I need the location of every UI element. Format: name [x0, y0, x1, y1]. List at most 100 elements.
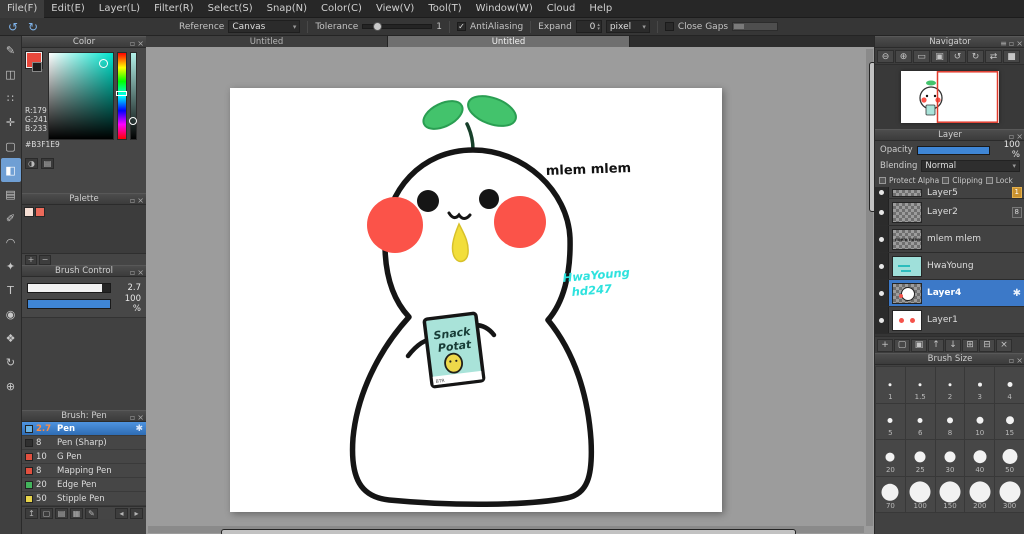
saturation-value-picker[interactable] — [48, 52, 114, 140]
menu-item-color[interactable]: Color(C) — [314, 0, 369, 18]
menu-item-cloud[interactable]: Cloud — [540, 0, 583, 18]
add-brush-button[interactable]: ↥ — [25, 507, 38, 519]
menu-item-help[interactable]: Help — [582, 0, 619, 18]
navigator-thumbnail[interactable] — [901, 71, 999, 123]
brush-size-option[interactable]: 25 — [905, 440, 935, 476]
redo-button[interactable]: ↻ — [25, 19, 41, 35]
brush-size-option[interactable]: 50 — [995, 440, 1024, 476]
zoom-in-button[interactable]: ⊕ — [895, 50, 912, 63]
palette-swatch[interactable] — [24, 207, 34, 217]
sv-marker[interactable] — [99, 59, 108, 68]
brush-size-option[interactable]: 10 — [965, 403, 995, 439]
tool-brush[interactable]: ✎ — [1, 38, 21, 62]
color-wheel-toggle[interactable]: ◑ — [25, 158, 38, 169]
menu-item-select[interactable]: Select(S) — [201, 0, 260, 18]
canvas-vertical-scrollbar[interactable] — [866, 49, 874, 526]
panel-float-button[interactable]: ▫ — [1009, 356, 1014, 365]
move-layer-down-button[interactable]: ↓ — [945, 338, 961, 352]
navigator-preview[interactable] — [875, 65, 1024, 129]
move-layer-up-button[interactable]: ↑ — [928, 338, 944, 352]
background-color-swatch[interactable] — [32, 62, 42, 72]
panel-close-button[interactable]: × — [137, 196, 144, 205]
blending-select[interactable]: Normal ▾ — [921, 160, 1020, 172]
menu-item-snap[interactable]: Snap(N) — [260, 0, 314, 18]
rotate-ccw-button[interactable]: ↺ — [949, 50, 966, 63]
hue-marker[interactable] — [116, 91, 127, 96]
tool-gradient[interactable]: ▤ — [1, 182, 21, 206]
clipping-checkbox[interactable] — [942, 177, 950, 184]
lock-checkbox[interactable] — [985, 177, 993, 184]
panel-close-button[interactable]: × — [137, 39, 144, 48]
brush-size-option[interactable]: 200 — [965, 476, 995, 512]
brush-item-stipple-pen[interactable]: 50 Stipple Pen — [22, 492, 146, 506]
rotate-cw-button[interactable]: ↻ — [967, 50, 984, 63]
brush-item-pen-sharp[interactable]: 8 Pen (Sharp) — [22, 436, 146, 450]
menu-item-file[interactable]: File(F) — [0, 0, 45, 18]
flip-button[interactable]: ⇄ — [985, 50, 1002, 63]
brush-size-option[interactable]: 8 — [935, 403, 965, 439]
protect-alpha-checkbox[interactable] — [879, 177, 886, 184]
brush-size-option[interactable]: 3 — [965, 367, 995, 403]
brush-size-option[interactable]: 70 — [876, 476, 905, 512]
layer-visibility-toggle[interactable] — [875, 280, 889, 306]
brush-size-option[interactable]: 1.5 — [905, 367, 935, 403]
tool-zoom[interactable]: ⊕ — [1, 374, 21, 398]
menu-item-edit[interactable]: Edit(E) — [44, 0, 92, 18]
slider-mode-toggle[interactable]: ▤ — [41, 158, 54, 169]
tool-eraser[interactable]: ◫ — [1, 62, 21, 86]
tool-dot[interactable]: ∷ — [1, 86, 21, 110]
add-folder-button[interactable]: ⊞ — [962, 338, 978, 352]
spinner-arrows-icon[interactable]: ▴ ▾ — [597, 22, 601, 31]
value-slider[interactable] — [129, 52, 137, 140]
new-brush-button[interactable]: ▢ — [40, 507, 53, 519]
brush-item-edge-pen[interactable]: 20 Edge Pen — [22, 478, 146, 492]
palette-swatch[interactable] — [35, 207, 45, 217]
close-gaps-slider-thumb[interactable] — [734, 24, 745, 29]
brush-size-option[interactable]: 5 — [876, 403, 905, 439]
panel-menu-button[interactable]: ≡ — [1000, 39, 1007, 48]
document-tab-1[interactable]: Untitled — [146, 36, 388, 47]
panel-float-button[interactable]: ▫ — [130, 196, 135, 205]
brush-item-pen[interactable]: 2.7 Pen ✱ — [22, 422, 146, 436]
brush-size-option[interactable]: 6 — [905, 403, 935, 439]
tool-move[interactable]: ✛ — [1, 110, 21, 134]
prev-brush-button[interactable]: ◂ — [115, 507, 128, 519]
close-gaps-checkbox[interactable] — [664, 22, 674, 31]
layer-opacity-slider[interactable] — [916, 145, 990, 155]
expand-input[interactable]: 0 ▴ ▾ — [575, 20, 602, 33]
panel-close-button[interactable]: × — [137, 413, 144, 422]
viewport-rectangle[interactable] — [936, 71, 999, 123]
layer-visibility-toggle[interactable] — [875, 307, 889, 333]
brush-size-option[interactable]: 150 — [935, 476, 965, 512]
layer-row-layer1[interactable]: Layer1 — [875, 307, 1024, 334]
tolerance-slider[interactable] — [362, 22, 433, 31]
reset-view-button[interactable]: ■ — [1003, 50, 1020, 63]
save-brush-button[interactable]: ▦ — [70, 507, 83, 519]
layer-row-layer4[interactable]: Layer4 ✱ — [875, 280, 1024, 307]
edit-brush-button[interactable]: ✎ — [85, 507, 98, 519]
panel-close-button[interactable]: × — [1016, 39, 1023, 48]
brush-size-option[interactable]: 20 — [876, 440, 905, 476]
document-tab-2[interactable]: Untitled — [388, 36, 630, 47]
brush-settings-icon[interactable]: ✱ — [135, 424, 143, 434]
brush-item-mapping-pen[interactable]: 8 Mapping Pen — [22, 464, 146, 478]
tool-select[interactable]: ▢ — [1, 134, 21, 158]
layer-visibility-toggle[interactable] — [875, 253, 889, 279]
brush-size-option[interactable]: 15 — [995, 403, 1024, 439]
menu-item-filter[interactable]: Filter(R) — [147, 0, 201, 18]
add-color-button[interactable]: + — [25, 254, 37, 265]
menu-item-window[interactable]: Window(W) — [469, 0, 540, 18]
panel-float-button[interactable]: ▫ — [130, 413, 135, 422]
tool-hand[interactable]: ❖ — [1, 326, 21, 350]
actual-size-button[interactable]: ▣ — [931, 50, 948, 63]
tool-select-pen[interactable]: ✐ — [1, 206, 21, 230]
brush-size-option[interactable]: 300 — [995, 476, 1024, 512]
brush-size-option[interactable]: 4 — [995, 367, 1024, 403]
layer-settings-gear-icon[interactable]: ✱ — [1013, 288, 1021, 299]
duplicate-layer-button[interactable]: ▢ — [894, 338, 910, 352]
tool-magic-wand[interactable]: ✦ — [1, 254, 21, 278]
clear-layer-button[interactable]: ⊟ — [979, 338, 995, 352]
hue-slider[interactable] — [116, 52, 127, 140]
brush-size-option[interactable]: 40 — [965, 440, 995, 476]
brush-folder-button[interactable]: ▤ — [55, 507, 68, 519]
